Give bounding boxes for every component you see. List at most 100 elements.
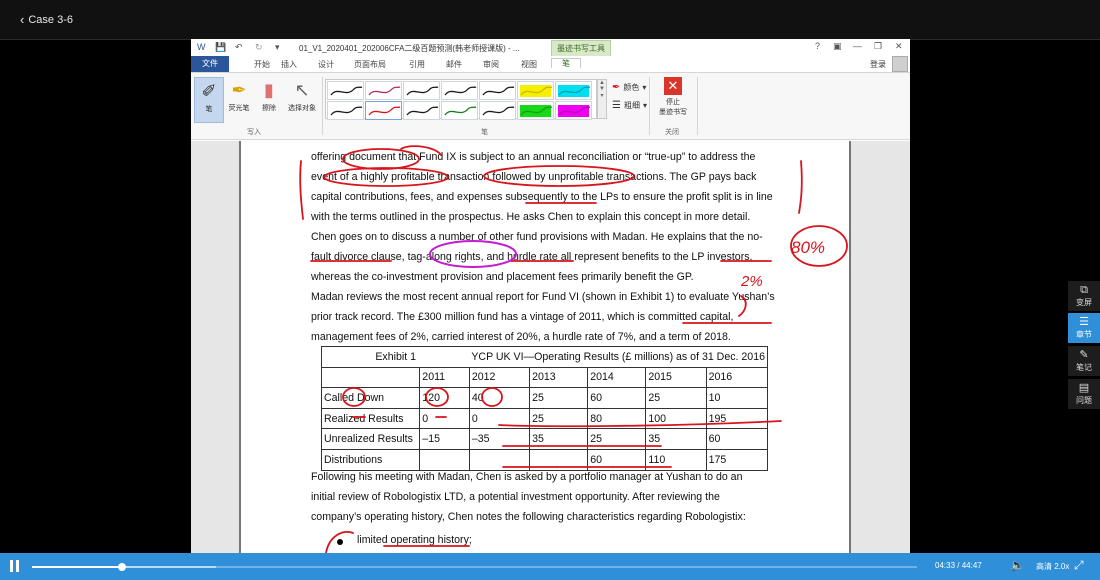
time-readout: 04:33 / 44:47 [935, 561, 982, 570]
tab-pen[interactable]: 笔 [551, 58, 581, 68]
side-button-pencil[interactable]: ✎ 笔记 [1068, 346, 1100, 376]
eraser-icon: ▮ [264, 80, 274, 100]
pen-tool-button[interactable]: ✐ 笔 [194, 77, 224, 123]
ribbon-separator [649, 77, 650, 135]
restore-icon[interactable]: ❐ [874, 41, 882, 52]
chevron-left-icon: ‹ [20, 12, 25, 27]
pen-style-option[interactable] [479, 101, 516, 120]
exhibit-table: Exhibit 1 YCP UK VI—Operating Results (£… [320, 346, 769, 471]
pen-icon: ✐ [201, 81, 217, 101]
pen-style-option[interactable] [517, 81, 554, 100]
login-link[interactable]: 登录 [870, 59, 886, 70]
pause-button[interactable] [10, 560, 20, 572]
paragraph-line: with the terms outlined in the prospectu… [311, 211, 751, 223]
weight-dropdown[interactable]: ☰ 粗细 ▾ [612, 100, 647, 111]
lesson-title: Case 3-6 [28, 13, 73, 26]
side-button-list[interactable]: ☰ 章节 [1068, 313, 1100, 343]
paragraph-line: prior track record. The £300 million fun… [311, 311, 734, 323]
row-label: Called Down [320, 387, 421, 409]
fullscreen-icon[interactable]: ⤢ [1074, 558, 1084, 573]
list-icon: ☰ [1079, 316, 1089, 328]
table-cell: 120 [419, 387, 470, 409]
tab-view[interactable]: 视图 [521, 59, 537, 70]
close-icon[interactable]: ✕ [895, 41, 903, 52]
stop-inking-button[interactable]: ✕ 停止 墨迹书写 [653, 77, 693, 117]
paragraph-line: offering document that Fund IX is subjec… [311, 151, 756, 163]
line-weight-icon: ☰ [612, 100, 621, 111]
tab-file[interactable]: 文件 [191, 56, 229, 72]
chevron-down-icon: ▾ [642, 101, 647, 110]
year-header: 2013 [529, 366, 589, 389]
pen-style-option[interactable] [403, 81, 440, 100]
tab-home[interactable]: 开始 [254, 59, 270, 70]
ribbon-separator [697, 77, 698, 135]
document-page[interactable]: offering document that Fund IX is subjec… [239, 141, 851, 553]
pen-style-option[interactable] [403, 101, 440, 120]
side-button-chat[interactable]: ▤ 问题 [1068, 379, 1100, 409]
pen-gallery-scroll[interactable]: ▲ ▼ ▾ [597, 79, 607, 119]
stop-inking-label: 停止 墨迹书写 [659, 99, 687, 116]
title-bar: W 💾 ↶ ↻ ▾ 01_V1_2020401_202006CFA二级百题预测(… [191, 39, 910, 57]
eraser-tool-label: 擦除 [262, 105, 276, 112]
redo-icon[interactable]: ↻ [255, 42, 263, 53]
progress-track[interactable] [32, 563, 917, 571]
quality-speed[interactable]: 高清 2.0x [1036, 561, 1069, 572]
back-button[interactable]: ‹ Case 3-6 [20, 12, 73, 27]
pen-preview-icon [520, 85, 553, 97]
tab-layout[interactable]: 页面布局 [354, 59, 386, 70]
pen-style-option[interactable] [441, 81, 478, 100]
pen-style-option[interactable] [555, 81, 592, 100]
quality-label[interactable]: 高清 [1036, 562, 1052, 571]
document-area[interactable]: offering document that Fund IX is subjec… [191, 141, 910, 553]
color-dropdown[interactable]: ✒ 颜色 ▾ [612, 82, 646, 93]
volume-icon[interactable]: 🔈 [1010, 558, 1025, 572]
table-cell: 175 [705, 448, 769, 471]
undo-icon[interactable]: ↶ [235, 42, 243, 53]
help-button[interactable]: ? [815, 41, 820, 51]
speed-label[interactable]: 2.0x [1054, 562, 1069, 571]
pen-preview-icon [558, 85, 591, 97]
ribbon-options-icon[interactable]: ▣ [833, 41, 842, 52]
eraser-tool-button[interactable]: ▮ 擦除 [254, 77, 284, 113]
tab-review[interactable]: 审阅 [483, 59, 499, 70]
paragraph-line: whereas the co-investment provision and … [311, 271, 694, 283]
minimize-icon[interactable]: — [853, 41, 862, 51]
pen-style-option[interactable] [479, 81, 516, 100]
progress-handle[interactable] [118, 563, 127, 571]
table-cell: 80 [587, 407, 647, 430]
tab-insert[interactable]: 插入 [281, 59, 297, 70]
document-title: 01_V1_2020401_202006CFA二级百题预测(韩老师授课版) - … [299, 44, 520, 53]
select-object-button[interactable]: ↖ 选择对象 [284, 77, 320, 113]
cursor-icon: ↖ [294, 80, 310, 100]
pen-preview-icon [482, 106, 515, 116]
side-button-label: 章节 [1076, 330, 1092, 339]
row-label: Unrealized Results [320, 428, 421, 450]
pen-style-option[interactable] [327, 101, 364, 120]
table-cell: 35 [529, 428, 589, 450]
word-logo-icon: W [197, 42, 206, 52]
pen-style-option[interactable] [327, 81, 364, 100]
tab-design[interactable]: 设计 [318, 59, 334, 70]
paragraph-line: initial review of Robologistix LTD, a po… [311, 491, 720, 503]
row-label: Realized Results [320, 407, 421, 430]
paragraph-line: company’s operating history, Chen notes … [311, 511, 746, 523]
tab-references[interactable]: 引用 [409, 59, 425, 70]
pen-style-option[interactable] [517, 101, 554, 120]
pen-style-option[interactable] [441, 101, 478, 120]
exhibit-label: Exhibit 1 [321, 346, 470, 368]
ink-text-80pct: 80% [791, 238, 825, 257]
pen-style-option[interactable] [365, 81, 402, 100]
table-cell [468, 448, 531, 471]
highlighter-icon: ✒ [231, 80, 247, 100]
save-icon[interactable]: 💾 [215, 42, 226, 53]
pen-style-option[interactable] [365, 101, 402, 120]
avatar[interactable] [892, 56, 908, 72]
quick-access-icon[interactable]: ▾ [275, 42, 280, 53]
table-cell: 25 [587, 428, 647, 450]
tab-mailings[interactable]: 邮件 [446, 59, 462, 70]
side-button-screen[interactable]: ⧉ 变屏 [1068, 281, 1100, 311]
highlighter-tool-button[interactable]: ✒ 荧光笔 [224, 77, 254, 113]
ink-margin-line [299, 160, 304, 220]
pen-style-option[interactable] [555, 101, 592, 120]
paragraph-line: event of a highly profitable transaction… [311, 171, 757, 183]
